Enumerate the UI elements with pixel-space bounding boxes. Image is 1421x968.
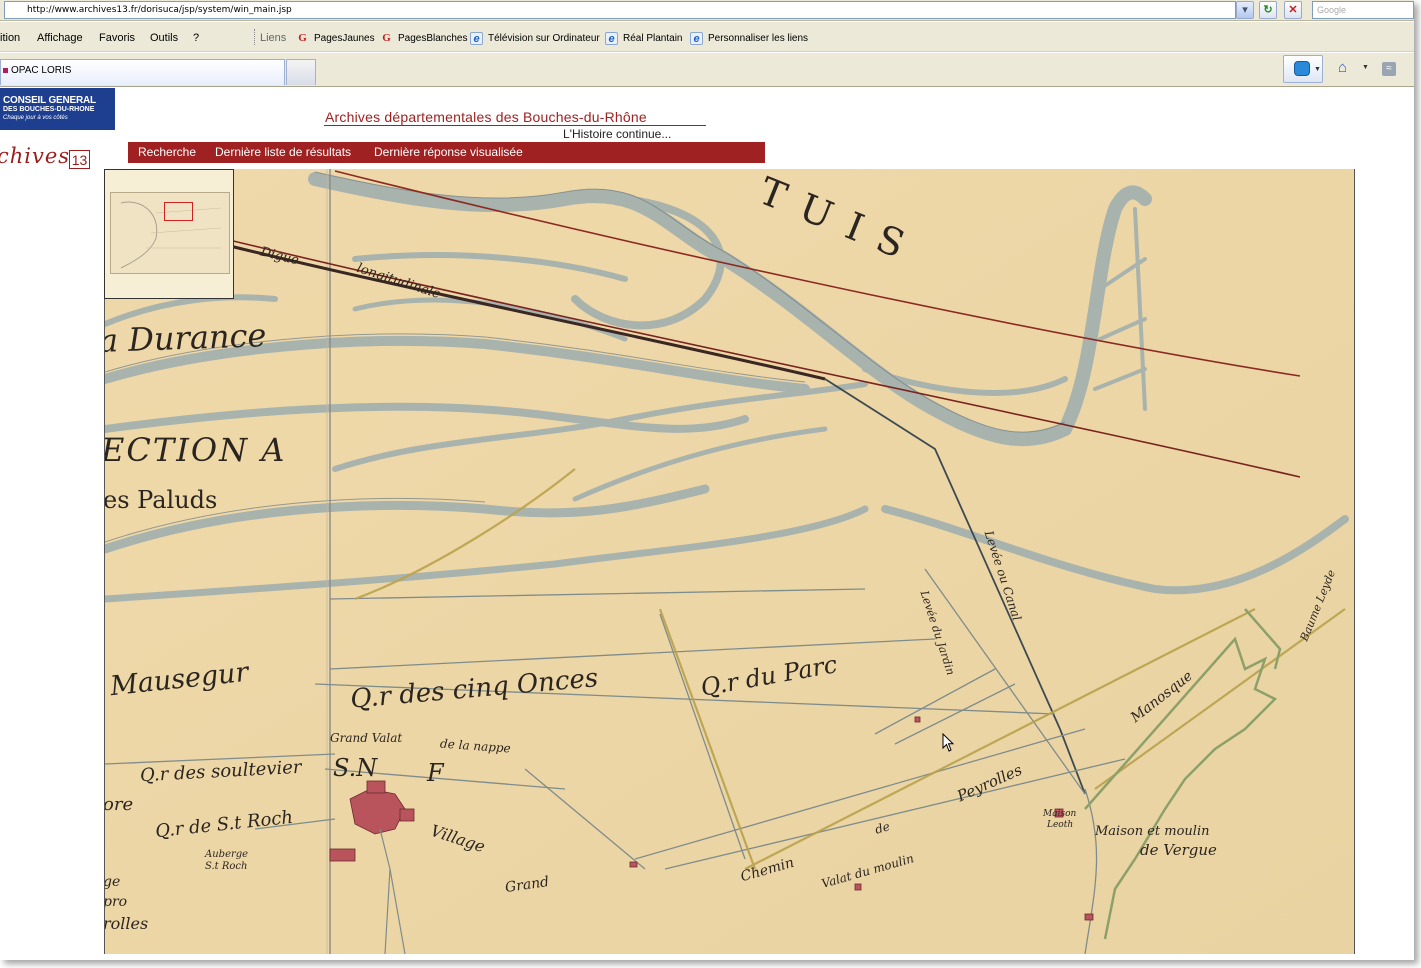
links-separator xyxy=(254,29,257,45)
map-label-f: F xyxy=(427,759,444,787)
conseil-general-logo[interactable]: CONSEIL GENERAL DES BOUCHES-DU-RHONE Cha… xyxy=(0,88,115,130)
menu-help[interactable]: ? xyxy=(193,32,199,44)
map-label-paluds: es Paluds xyxy=(104,486,218,514)
ie-icon: e xyxy=(470,31,483,45)
menu-affichage[interactable]: Affichage xyxy=(37,32,83,44)
map-viewer[interactable]: TUIS Digue longitudinale a Durance ECTIO… xyxy=(104,169,1355,954)
link-label: Personnaliser les liens xyxy=(708,32,809,44)
map-label-moulin: Maison et moulin xyxy=(1095,824,1210,839)
rss-icon[interactable]: ≈ xyxy=(1382,62,1396,76)
map-label-ore: ore xyxy=(104,794,134,815)
map-label-maison: Maison xyxy=(1043,809,1077,819)
link-label: PagesBlanches xyxy=(398,32,468,44)
ie-icon: e xyxy=(605,31,618,45)
link-label: Réal Plantain xyxy=(623,32,683,44)
g-icon: G xyxy=(298,31,307,44)
menu-outils[interactable]: Outils xyxy=(150,32,178,44)
map-label-section: ECTION A xyxy=(104,431,287,469)
archives-logo-word: chives xyxy=(0,144,71,168)
title-divider xyxy=(324,125,706,126)
link-personnaliser[interactable]: e Personnaliser les liens xyxy=(690,30,808,46)
link-pagesjaunes[interactable]: G PagesJaunes xyxy=(296,30,375,46)
menu-edition[interactable]: ition xyxy=(0,32,20,44)
chevron-down-icon: ▼ xyxy=(1314,66,1321,73)
link-real-plantain[interactable]: e Réal Plantain xyxy=(605,30,682,46)
search-input[interactable]: Google xyxy=(1312,1,1414,19)
logo-line3: Chaque jour à vos côtés xyxy=(3,115,68,121)
map-label-durance: a Durance xyxy=(104,316,267,360)
link-label: PagesJaunes xyxy=(314,32,375,44)
refresh-icon[interactable]: ↻ xyxy=(1259,1,1277,19)
map-label-ge: ge xyxy=(104,874,121,890)
map-label-pro: pro xyxy=(104,894,128,910)
page-slogan: L'Histoire continue... xyxy=(563,127,672,141)
links-label: Liens xyxy=(260,32,287,44)
tab-bar: OPAC LORIS ▼ ⌂ ▼ ≈ xyxy=(0,53,1414,87)
map-overview[interactable] xyxy=(104,169,234,299)
map-label-auberge-2: S.t Roch xyxy=(205,861,248,872)
browser-window: http://www.archives13.fr/dorisuca/jsp/sy… xyxy=(0,0,1414,960)
menu-favoris[interactable]: Favoris xyxy=(99,32,135,44)
map-label-grand-valat: Grand Valat xyxy=(330,731,403,745)
link-television[interactable]: e Télévision sur Ordinateur xyxy=(470,30,600,46)
nav-derniere-liste[interactable]: Dernière liste de résultats xyxy=(215,145,351,159)
map-label-auberge: Auberge xyxy=(205,849,249,860)
new-tab-button[interactable] xyxy=(286,59,316,85)
link-pagesblanches[interactable]: G PagesBlanches xyxy=(380,30,468,46)
logo-line1: CONSEIL GENERAL xyxy=(3,95,96,106)
nav-recherche[interactable]: Recherche xyxy=(138,145,196,159)
nav-derniere-reponse[interactable]: Dernière réponse visualisée xyxy=(374,145,523,159)
page-content: CONSEIL GENERAL DES BOUCHES-DU-RHONE Cha… xyxy=(0,88,1414,960)
menu-bar: ition Affichage Favoris Outils ? Liens G… xyxy=(0,22,1414,52)
logo-line2: DES BOUCHES-DU-RHONE xyxy=(3,106,95,113)
overview-viewport[interactable] xyxy=(164,202,193,221)
map-label-rolles: rolles xyxy=(104,914,149,933)
stop-icon[interactable]: ✕ xyxy=(1284,1,1302,19)
tools-button[interactable]: ▼ xyxy=(1283,55,1323,83)
link-label: Télévision sur Ordinateur xyxy=(488,32,600,44)
map-label-sn: S.N xyxy=(333,754,378,782)
home-icon[interactable]: ⌂ xyxy=(1338,59,1347,76)
map-label-leoth: Leoth xyxy=(1047,820,1074,830)
g-icon: G xyxy=(382,31,391,44)
site-nav: Recherche Dernière liste de résultats De… xyxy=(128,142,765,163)
map-label-vergue: de Vergue xyxy=(1140,841,1217,859)
cursor-icon xyxy=(942,733,955,752)
address-bar: http://www.archives13.fr/dorisuca/jsp/sy… xyxy=(0,0,1414,21)
ie-icon: e xyxy=(690,31,703,45)
url-dropdown-button[interactable]: ▾ xyxy=(1236,1,1254,19)
tab-opac-loris[interactable]: OPAC LORIS xyxy=(0,59,285,85)
skype-icon xyxy=(1294,61,1310,76)
chevron-down-icon[interactable]: ▼ xyxy=(1362,64,1369,71)
page-title: Archives départementales des Bouches-du-… xyxy=(325,109,647,125)
archives-logo-number: 13 xyxy=(69,150,90,169)
url-input[interactable]: http://www.archives13.fr/dorisuca/jsp/sy… xyxy=(4,1,1236,19)
